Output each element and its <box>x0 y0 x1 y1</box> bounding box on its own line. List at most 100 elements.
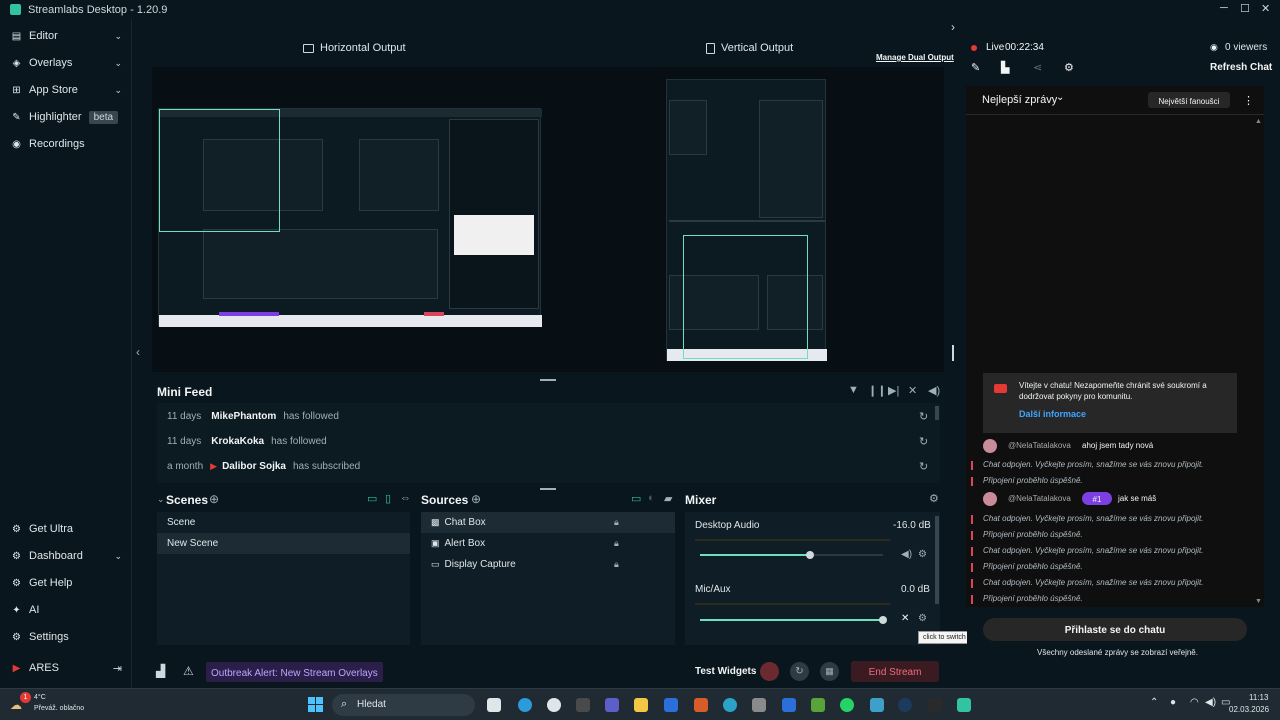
gear-icon[interactable]: ⚙ <box>918 549 927 560</box>
monitor-icon[interactable]: ▭ <box>631 492 641 505</box>
app-icon[interactable] <box>723 698 737 712</box>
close-icon[interactable]: ✕ <box>1261 2 1270 15</box>
muted-speaker-icon[interactable]: ✕ <box>901 613 909 624</box>
collapse-icon[interactable]: ⌄ <box>157 494 165 505</box>
schedule-button[interactable]: ▦ <box>820 662 839 681</box>
sidebar-item-get-help[interactable]: ⚙ Get Help <box>0 570 132 596</box>
end-stream-button[interactable]: End Stream <box>851 661 939 682</box>
refresh-chat-button[interactable]: Refresh Chat <box>1210 62 1272 73</box>
resize-handle[interactable] <box>540 379 556 381</box>
replay-icon[interactable]: ↻ <box>919 460 928 473</box>
login-chat-button[interactable]: Přihlaste se do chatu <box>983 618 1247 641</box>
windows-start-icon[interactable] <box>308 697 324 713</box>
sidebar-item-ai[interactable]: ✦ AI <box>0 597 132 623</box>
speaker-icon[interactable]: ◀) <box>901 549 912 560</box>
speaker-icon[interactable]: ◀) <box>1205 697 1216 708</box>
dashboard-icon[interactable]: ▙ <box>1001 61 1009 74</box>
alert-triangle-icon[interactable]: ⚠ <box>183 664 194 678</box>
app-icon[interactable] <box>576 698 590 712</box>
mute-alerts-icon[interactable]: ✕ <box>908 384 917 397</box>
add-scene-icon[interactable]: ⊕ <box>209 492 219 506</box>
lock-icon[interactable]: 🔒︎ <box>614 538 619 549</box>
scroll-down-icon[interactable]: ▼ <box>1255 598 1262 605</box>
pause-icon[interactable]: ❙❙ <box>868 384 886 397</box>
selection-box[interactable] <box>683 235 808 359</box>
record-button[interactable] <box>760 662 779 681</box>
replay-icon[interactable]: ↻ <box>919 410 928 423</box>
gear-icon[interactable]: ⚙ <box>918 613 927 624</box>
sidebar-item-get-ultra[interactable]: ⚙ Get Ultra <box>0 516 132 542</box>
stats-icon[interactable]: ▟ <box>156 664 165 678</box>
epic-games-icon[interactable] <box>928 698 942 712</box>
scroll-up-icon[interactable]: ▲ <box>1255 118 1262 125</box>
replay-icon[interactable]: ↻ <box>919 435 928 448</box>
sidebar-item-highlighter[interactable]: ✎ Highlighter beta <box>0 104 132 130</box>
vertical-preview[interactable] <box>666 79 827 361</box>
sidebar-item-ares[interactable]: ▶ ARES ⇥ <box>0 655 132 681</box>
lock-icon[interactable]: 🔒︎ <box>614 517 619 528</box>
scrollbar[interactable] <box>935 406 939 420</box>
source-item[interactable]: ▣ Alert Box 🔒︎ <box>421 533 675 554</box>
chatgpt-icon[interactable] <box>547 698 561 712</box>
preview-canvas[interactable]: ‹ <box>136 67 954 372</box>
more-icon[interactable]: ⋮ <box>1243 94 1254 107</box>
app-icon[interactable] <box>752 698 766 712</box>
logout-icon[interactable]: ⇥ <box>113 662 122 675</box>
store-icon[interactable] <box>664 698 678 712</box>
selection-box[interactable] <box>159 109 280 232</box>
minimize-icon[interactable]: ─ <box>1220 2 1228 14</box>
sidebar-item-editor[interactable]: ▤ Editor ⌄ <box>0 23 132 49</box>
source-item-selected[interactable]: ▩ Chat Box 🔒︎ <box>421 512 675 533</box>
chat-user[interactable]: @NelaTatalakova <box>1008 494 1071 503</box>
scene-item-selected[interactable]: New Scene <box>157 533 410 554</box>
resize-handle[interactable] <box>540 488 556 490</box>
app-icon[interactable] <box>782 698 796 712</box>
resize-handle[interactable] <box>952 345 954 361</box>
clock-date[interactable]: 02.03.2026 <box>1229 705 1269 714</box>
collapse-chat-icon[interactable]: › <box>951 20 955 34</box>
sidebar-item-settings[interactable]: ⚙ Settings <box>0 624 132 650</box>
add-source-icon[interactable]: ⊕ <box>471 492 481 506</box>
group-icon[interactable]: ◐ <box>648 492 655 504</box>
top-fans-button[interactable]: Největší fanoušci <box>1148 92 1230 108</box>
gear-icon[interactable]: ⚙ <box>929 492 939 505</box>
taskbar-search[interactable]: ⌕ Hledat <box>332 694 475 716</box>
streamlabs-icon[interactable] <box>957 698 971 712</box>
share-icon[interactable]: ⋖ <box>1033 61 1042 74</box>
chevron-up-icon[interactable]: ⌃ <box>1150 697 1158 708</box>
mic-icon[interactable]: ● <box>1170 697 1176 708</box>
chat-user[interactable]: @NelaTatalakova <box>1008 441 1071 450</box>
monitor-icon[interactable]: ▭ <box>367 492 377 505</box>
edge-icon[interactable] <box>518 698 532 712</box>
wifi-icon[interactable]: ◠ <box>1190 697 1199 708</box>
teams-icon[interactable] <box>605 698 619 712</box>
replay-buffer-button[interactable]: ↻ <box>790 662 809 681</box>
sidebar-item-dashboard[interactable]: ⚙ Dashboard ⌄ <box>0 543 132 569</box>
sidebar-item-app-store[interactable]: ⊞ App Store ⌄ <box>0 77 132 103</box>
transition-icon[interactable]: ⇔ <box>400 492 411 504</box>
steam-icon[interactable] <box>898 698 912 712</box>
volume-slider[interactable] <box>700 616 887 624</box>
app-icon[interactable] <box>694 698 708 712</box>
source-item[interactable]: ▭ Display Capture 🔒︎ <box>421 554 675 575</box>
gear-icon[interactable]: ⚙ <box>1064 61 1074 74</box>
scene-item[interactable]: Scene <box>157 512 410 533</box>
manage-dual-output-link[interactable]: Manage Dual Output <box>876 53 954 62</box>
volume-icon[interactable]: ◀) <box>928 384 940 397</box>
file-explorer-icon[interactable] <box>634 698 648 712</box>
clock-time[interactable]: 11:13 <box>1249 693 1268 702</box>
skip-icon[interactable]: ▶| <box>888 384 899 397</box>
phone-icon[interactable]: ▯ <box>385 492 391 505</box>
task-view-icon[interactable] <box>487 698 501 712</box>
scrollbar[interactable] <box>935 516 939 604</box>
horizontal-preview[interactable] <box>158 108 542 327</box>
filter-icon[interactable]: ▼ <box>848 384 859 396</box>
edit-icon[interactable]: ✎ <box>971 61 980 74</box>
more-info-link[interactable]: Další informace <box>1019 409 1086 419</box>
sidebar-item-overlays[interactable]: ◈ Overlays ⌄ <box>0 50 132 76</box>
folder-icon[interactable]: ▰ <box>664 492 672 505</box>
chevron-left-icon[interactable]: ‹ <box>136 345 140 359</box>
maximize-icon[interactable]: ☐ <box>1240 2 1250 15</box>
sidebar-item-recordings[interactable]: ◉ Recordings <box>0 131 132 157</box>
whatsapp-icon[interactable] <box>840 698 854 712</box>
